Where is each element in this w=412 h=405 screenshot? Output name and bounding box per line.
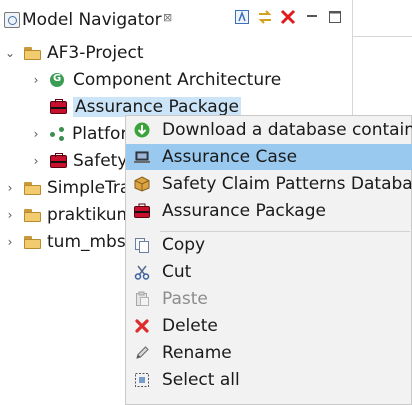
platform-graph-icon	[50, 127, 66, 141]
paste-icon	[134, 291, 150, 307]
menu-item-label: Copy	[162, 235, 206, 255]
pencil-icon	[134, 345, 150, 361]
tree-item-tum-mbse[interactable]: › tum_mbse	[4, 229, 137, 255]
tree-item-label: AF3-Project	[47, 43, 144, 63]
tree-item-safety[interactable]: › Safety	[30, 148, 128, 174]
sync-arrows-icon[interactable]	[257, 9, 273, 25]
menu-item-label: Rename	[162, 343, 232, 363]
tree-item-label: Assurance Package	[73, 97, 241, 117]
download-icon	[134, 122, 150, 138]
component-architecture-icon	[50, 73, 64, 87]
menu-item-label: Assurance Package	[162, 201, 326, 221]
menu-item-safety-claim-patterns-database[interactable]: Safety Claim Patterns Database	[126, 171, 412, 197]
laptop-icon	[134, 149, 150, 165]
view-title[interactable]: Model Navigator	[22, 10, 162, 30]
chevron-right-icon[interactable]: ›	[30, 154, 42, 168]
menu-item-select-all[interactable]: Select all	[126, 367, 412, 393]
context-menu: Download a database containin Assurance …	[125, 115, 412, 405]
folder-icon	[24, 181, 42, 195]
chevron-right-icon[interactable]: ›	[4, 181, 16, 195]
folder-icon	[24, 208, 42, 222]
chevron-right-icon[interactable]: ›	[4, 235, 16, 249]
menu-item-assurance-case[interactable]: Assurance Case	[126, 144, 412, 170]
menu-item-download-database[interactable]: Download a database containin	[126, 117, 412, 143]
safety-case-icon	[50, 152, 67, 168]
menu-item-rename[interactable]: Rename	[126, 340, 412, 366]
adjacent-view-header	[352, 0, 412, 37]
menu-item-label: Delete	[162, 316, 218, 336]
menu-item-copy[interactable]: Copy	[126, 232, 412, 258]
menu-item-paste[interactable]: Paste	[126, 286, 412, 312]
remove-x-icon[interactable]	[280, 9, 296, 25]
copy-icon	[134, 237, 150, 253]
delete-icon	[134, 318, 150, 334]
menu-item-label: Download a database containin	[162, 120, 412, 140]
maximize-icon[interactable]	[327, 9, 343, 25]
link-editor-icon[interactable]	[234, 9, 250, 25]
folder-icon	[24, 235, 42, 249]
tree-item-label: tum_mbse	[47, 232, 137, 252]
tree-item-label: Component Architecture	[73, 70, 282, 90]
tree-item-label: SimpleTra	[47, 178, 131, 198]
menu-item-assurance-package[interactable]: Assurance Package	[126, 198, 412, 224]
scissors-icon	[134, 264, 150, 280]
menu-item-delete[interactable]: Delete	[126, 313, 412, 339]
assurance-package-icon	[50, 98, 67, 114]
chevron-right-icon[interactable]: ›	[30, 127, 42, 141]
menu-item-label: Select all	[162, 370, 240, 390]
view-titlebar: Model Navigator ⊠	[0, 0, 352, 36]
tree-item-af3-project[interactable]: ⌄ AF3-Project	[4, 40, 144, 66]
close-tab-icon[interactable]: ⊠	[163, 11, 172, 24]
menu-item-label: Assurance Case	[162, 147, 298, 167]
menu-item-label: Cut	[162, 262, 192, 282]
menu-item-label: Safety Claim Patterns Database	[162, 174, 412, 194]
menu-item-cut[interactable]: Cut	[126, 259, 412, 285]
chevron-right-icon[interactable]: ›	[4, 208, 16, 222]
tree-item-label: Safety	[73, 151, 128, 171]
chevron-down-icon[interactable]: ⌄	[4, 46, 16, 60]
navigator-view-icon	[4, 12, 20, 28]
tree-item-label: Platfor	[72, 124, 128, 144]
tree-item-simpletra[interactable]: › SimpleTra	[4, 175, 131, 201]
tree-item-platform[interactable]: › Platfor	[30, 121, 128, 147]
menu-item-label: Paste	[162, 289, 208, 309]
tree-item-component-architecture[interactable]: › Component Architecture	[30, 67, 282, 93]
folder-icon	[24, 46, 42, 60]
tree-item-label: praktikum	[47, 205, 134, 225]
tree-item-praktikum[interactable]: › praktikum	[4, 202, 134, 228]
minimize-icon[interactable]	[304, 9, 320, 25]
package-icon	[134, 176, 150, 192]
select-all-icon	[134, 372, 150, 388]
chevron-right-icon[interactable]: ›	[30, 73, 42, 87]
red-case-icon	[134, 203, 150, 219]
